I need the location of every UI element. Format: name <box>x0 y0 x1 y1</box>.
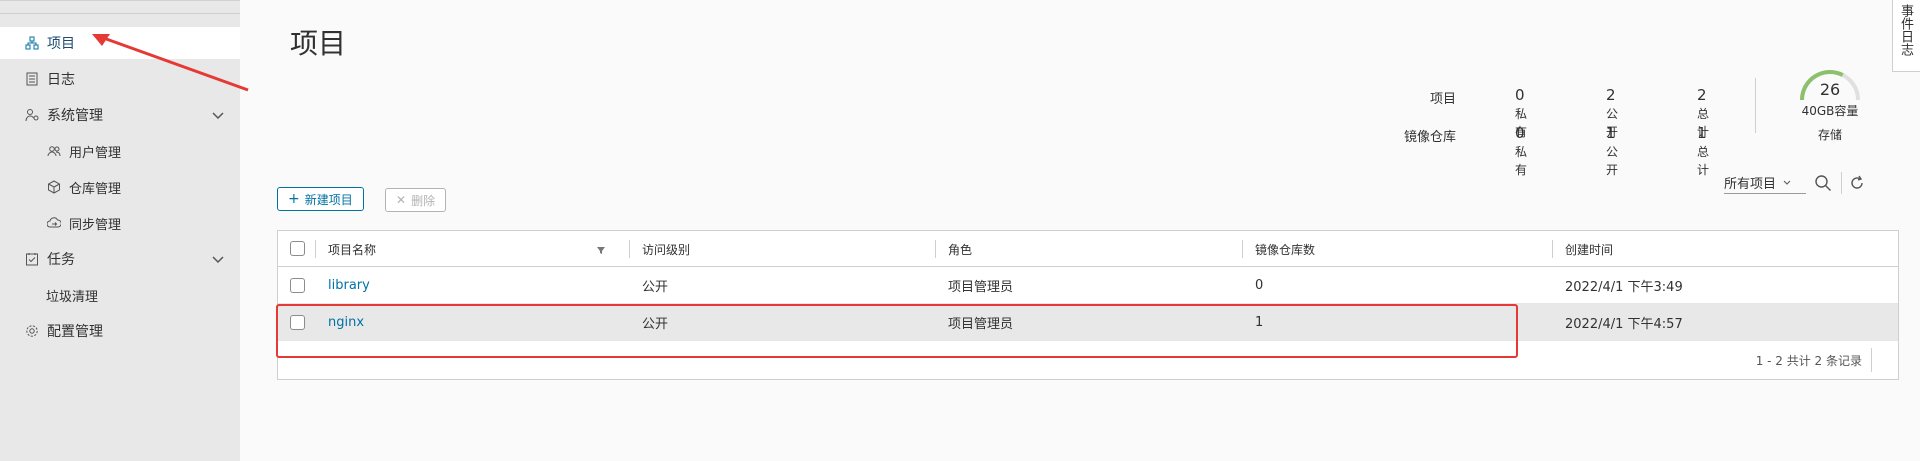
stats-divider <box>1755 78 1756 133</box>
event-log-tab[interactable]: 事件日志 <box>1892 0 1920 72</box>
pagination-summary: 1 - 2 共计 2 条记录 <box>1755 354 1862 368</box>
sidebar-item-label: 仓库管理 <box>69 181 122 197</box>
refresh-icon[interactable] <box>1848 174 1866 192</box>
row-checkbox[interactable] <box>290 278 305 293</box>
sidebar-item-label: 系统管理 <box>47 108 103 124</box>
row-checkbox[interactable] <box>290 315 305 330</box>
projects-table: 项目名称 访问级别 角色 镜像仓库数 创建时间 library 公开 项目管理员… <box>277 230 1899 380</box>
column-header-repo-count[interactable]: 镜像仓库数 <box>1255 231 1315 267</box>
chevron-down-icon[interactable] <box>210 251 226 267</box>
repos-public-count: 1公开 <box>1606 124 1619 177</box>
project-name-link[interactable]: library <box>328 267 370 304</box>
projects-icon <box>24 35 40 51</box>
created-time: 2022/4/1 下午4:57 <box>1565 317 1683 332</box>
sidebar-item-system-admin[interactable]: 系统管理 <box>0 99 240 131</box>
chevron-down-icon[interactable] <box>210 107 226 123</box>
stat-label: 镜像仓库 <box>1403 130 1456 145</box>
column-header-name[interactable]: 项目名称 <box>328 231 376 267</box>
plus-icon: + <box>288 191 300 207</box>
system-admin-icon <box>24 107 40 123</box>
tasks-icon <box>24 251 40 267</box>
chevron-down-icon <box>1783 180 1791 185</box>
gear-icon <box>24 323 40 339</box>
column-header-role[interactable]: 角色 <box>948 231 972 267</box>
new-project-button[interactable]: + 新建项目 <box>277 187 364 211</box>
access-level: 公开 <box>642 317 669 332</box>
sidebar: 项目 日志 系统管理 用户管理 仓库管理 同步管理 任务 垃圾清理 配置管理 <box>0 0 240 461</box>
table-header: 项目名称 访问级别 角色 镜像仓库数 创建时间 <box>278 231 1898 267</box>
select-all-checkbox[interactable] <box>290 241 305 256</box>
sidebar-item-logs[interactable]: 日志 <box>0 63 240 95</box>
registries-icon <box>46 179 62 195</box>
sidebar-item-registries[interactable]: 仓库管理 <box>0 171 240 203</box>
users-icon <box>46 143 62 159</box>
sidebar-item-label: 同步管理 <box>69 217 122 233</box>
sidebar-item-gc[interactable]: 垃圾清理 <box>0 279 240 311</box>
search-icon[interactable] <box>1814 174 1832 192</box>
footer-divider <box>1871 348 1872 372</box>
sidebar-item-users[interactable]: 用户管理 <box>0 135 240 167</box>
table-row[interactable]: nginx 公开 项目管理员 1 2022/4/1 下午4:57 <box>278 304 1898 341</box>
repos-total-count: 1总计 <box>1697 124 1710 177</box>
sidebar-item-label: 项目 <box>47 36 75 52</box>
repos-private-count: 0私有 <box>1515 124 1528 177</box>
sidebar-item-label: 用户管理 <box>69 145 122 161</box>
sidebar-item-label: 任务 <box>47 252 75 268</box>
storage-value: 26 <box>1819 80 1841 99</box>
filter-icon[interactable] <box>597 246 605 254</box>
sidebar-item-label: 日志 <box>47 72 75 88</box>
sidebar-item-label: 配置管理 <box>47 324 103 340</box>
stat-label: 项目 <box>1429 92 1456 107</box>
storage-gauge: 26 40GB容量 存储 <box>1790 62 1870 142</box>
project-filter-select[interactable]: 所有项目 <box>1724 172 1806 194</box>
toolbar-divider <box>1841 172 1842 194</box>
sidebar-divider <box>0 13 240 14</box>
sidebar-item-tasks[interactable]: 任务 <box>0 243 240 275</box>
access-level: 公开 <box>642 280 669 295</box>
sidebar-item-config[interactable]: 配置管理 <box>0 315 240 347</box>
repo-count: 0 <box>1255 278 1264 293</box>
project-name-link[interactable]: nginx <box>328 304 364 341</box>
replication-icon <box>46 215 62 231</box>
sidebar-item-label: 垃圾清理 <box>46 289 99 305</box>
role: 项目管理员 <box>948 280 1014 295</box>
repo-count: 1 <box>1255 315 1264 330</box>
role: 项目管理员 <box>948 317 1014 332</box>
storage-label: 存储 <box>1817 128 1842 142</box>
sidebar-item-replication[interactable]: 同步管理 <box>0 207 240 239</box>
created-time: 2022/4/1 下午3:49 <box>1565 280 1683 295</box>
close-icon: ✕ <box>396 193 407 207</box>
storage-capacity: 40GB容量 <box>1801 104 1859 118</box>
column-header-created[interactable]: 创建时间 <box>1565 231 1613 267</box>
page-title: 项目 <box>290 27 347 60</box>
sidebar-item-projects[interactable]: 项目 <box>0 27 240 59</box>
column-header-access[interactable]: 访问级别 <box>642 231 690 267</box>
table-row[interactable]: library 公开 项目管理员 0 2022/4/1 下午3:49 <box>278 267 1898 304</box>
delete-button[interactable]: ✕ 删除 <box>385 188 447 212</box>
logs-icon <box>24 71 40 87</box>
